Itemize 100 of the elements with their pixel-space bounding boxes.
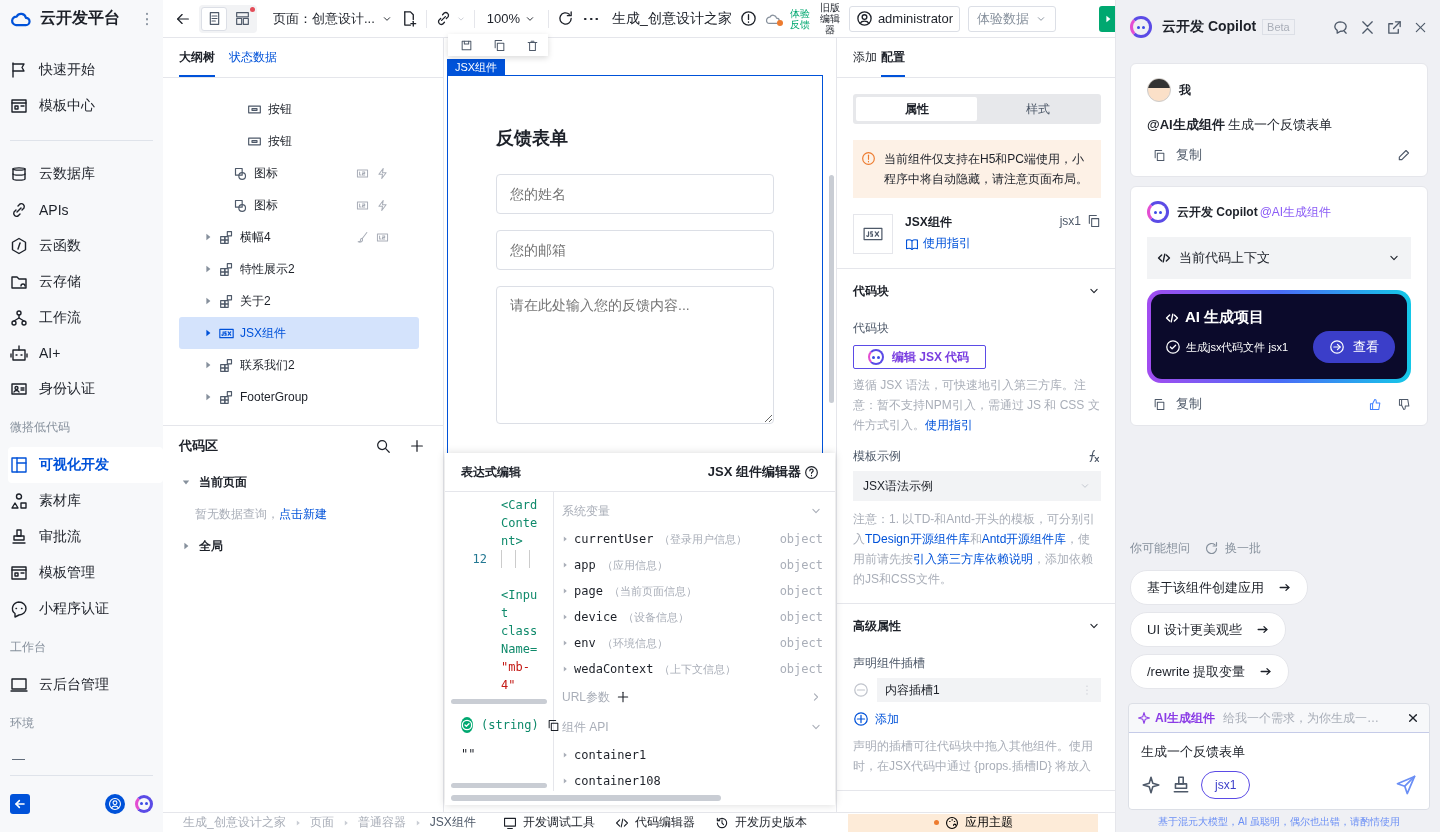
dev-tool-button[interactable]: 开发调试工具 (503, 814, 595, 831)
beta-badge: Beta (1262, 19, 1295, 35)
nav-section-title: 微搭低代码 (9, 419, 71, 437)
edit-code-button[interactable]: 编辑 JSX 代码 (853, 345, 987, 369)
code-tree-item[interactable]: 当前页面 (163, 466, 443, 498)
variable-item[interactable]: app （应用信息） object (562, 552, 823, 578)
code-line: <Input className= "mb-4" (501, 587, 539, 694)
panel-tab[interactable]: 配置 (881, 38, 905, 77)
warning-text: 当前组件仅支持在H5和PC端使用，小程序中将自动隐藏，请注意页面布局。 (884, 151, 1089, 188)
context-select[interactable]: 当前代码上下文 (1147, 237, 1411, 279)
doc-link[interactable]: Antd开源组件库 (981, 532, 1067, 546)
nav-item[interactable]: 工作流 (8, 299, 163, 336)
field-label: 声明组件插槽 (853, 655, 926, 672)
view-button[interactable]: 查看 (1313, 331, 1395, 363)
slot-field[interactable]: 内容插槽1 (877, 678, 1101, 702)
variable-item[interactable]: device （设备信息） object (562, 604, 823, 630)
copy-button[interactable]: 复制 (1153, 395, 1202, 413)
tree-item[interactable]: 关于2 (179, 285, 419, 317)
nav-item[interactable]: APIs (8, 191, 163, 228)
disclaimer: 基于混元大模型，AI 虽聪明，偶尔也出错，请酌情使用 (1156, 815, 1402, 829)
result-value: "" (461, 747, 477, 761)
variable-item[interactable]: currentUser （登录用户信息） object (562, 526, 823, 552)
input-field[interactable]: 您的邮箱 (496, 230, 774, 270)
tree-item[interactable]: 横幅4 (179, 221, 419, 253)
section-title: 高级属性 (853, 617, 901, 635)
group-title: URL参数 (562, 688, 610, 706)
template-note: 注意：1. 以TD-和Antd-开头的模板，可分别引入TDesign开源组件库和Antd开源组件库，使用前请先按引入第三方库依赖说明，添加依赖的JS和CSS文件。 (853, 511, 1096, 588)
project-status: 生成jsx代码文件 jsx1 (1165, 339, 1289, 355)
tree-item[interactable]: 特性展示2 (179, 253, 419, 285)
variable-item[interactable]: container1 (562, 742, 823, 768)
slot-description: 声明的插槽可往代码块中拖入其他组件。使用时，在JSX代码中通过 {props.插槽ID} 将放入 (853, 738, 1094, 775)
tree-item[interactable]: JSX组件 (179, 317, 419, 349)
panel-tab[interactable]: 添加 (853, 38, 877, 77)
nav-item[interactable]: 云后台管理 (8, 667, 163, 703)
panel-tab[interactable]: 大纲树 (179, 38, 215, 77)
brand-name: 云开发平台 (40, 8, 121, 29)
variable-item[interactable]: container108 (562, 768, 823, 791)
variable-item[interactable]: env （环境信息） object (562, 630, 823, 656)
nav-item[interactable]: 素材库 (8, 483, 163, 520)
input-field[interactable]: 您的姓名 (496, 174, 774, 214)
nav-item[interactable]: 模板管理 (8, 555, 163, 592)
form-title: 反馈表单 (496, 127, 569, 150)
user-button[interactable]: administrator (848, 5, 961, 32)
guide-link[interactable]: 使用指引 (925, 418, 973, 432)
section-title: 代码块 (853, 282, 889, 300)
tree-item[interactable]: 按钮 (179, 125, 419, 157)
dev-tool-button[interactable]: 开发历史版本 (715, 814, 807, 831)
nav-item[interactable]: 身份认证 (8, 371, 163, 408)
author-name: 云开发 Copilot (1177, 203, 1258, 221)
hint-text: 给我一个需求，为你生成一… (1223, 709, 1379, 727)
guide-link[interactable]: 使用指引 (905, 235, 971, 252)
add-slot-link[interactable]: 添加 (853, 702, 1101, 736)
environment-value[interactable]: — (8, 743, 155, 775)
field-label: 模板示例 (853, 448, 901, 465)
template-select[interactable]: JSX语法示例 (853, 471, 1101, 501)
theme-button[interactable]: 应用主题 (848, 813, 1098, 832)
doc-link[interactable]: TDesign开源组件库 (865, 532, 970, 546)
variable-item[interactable]: page （当前页面信息） object (562, 578, 823, 604)
app-title: 生成_创意设计之家 (612, 9, 732, 28)
tree-item[interactable]: FooterGroup (179, 381, 419, 413)
create-link[interactable]: 点击新建 (279, 505, 327, 523)
nav-section-title: 环境 (9, 715, 35, 732)
tree-item[interactable]: 图标 (179, 157, 419, 189)
suggestion-chip[interactable]: UI 设计更美观些 (1130, 612, 1286, 647)
textarea-field[interactable]: 请在此处输入您的反馈内容... (496, 286, 774, 424)
tree-item[interactable]: 图标 (179, 189, 419, 221)
code-tree-item[interactable]: 全局 (163, 530, 443, 562)
page-select[interactable]: 页面：创意设计... (273, 9, 393, 28)
segment-tab[interactable]: 样式 (977, 97, 1098, 121)
nav-item[interactable]: 可视化开发 (8, 447, 163, 484)
chat-input[interactable]: 生成一个反馈表单 jsx1 (1129, 732, 1429, 809)
suggestion-chip[interactable]: 基于该组件创建应用 (1130, 570, 1308, 605)
nav-item[interactable]: 云数据库 (8, 155, 163, 192)
panel-title: 表达式编辑 (461, 463, 521, 481)
dev-tool-button[interactable]: 代码编辑器 (615, 814, 695, 831)
nav-item[interactable]: AI+ (8, 335, 163, 372)
suggestion-chip[interactable]: /rewrite 提取变量 (1130, 654, 1290, 689)
nav-item[interactable]: 云函数 (8, 227, 163, 264)
group-title: 组件 API (562, 718, 609, 736)
tree-item[interactable]: 按钮 (179, 93, 419, 125)
tree-item[interactable]: 联系我们2 (179, 349, 419, 381)
zoom-select[interactable]: 100% (486, 11, 537, 26)
copy-button[interactable]: 复制 (1153, 146, 1202, 164)
panel-tab[interactable]: 状态数据 (229, 38, 277, 77)
variable-item[interactable]: wedaContext （上下文信息） object (562, 656, 823, 682)
nav-item[interactable]: 快速开始 (8, 51, 163, 88)
segment-tab[interactable]: 属性 (856, 97, 977, 121)
doc-link[interactable]: 引入第三方库依赖说明 (913, 552, 1033, 566)
component-name: JSX组件 (905, 214, 953, 231)
breadcrumb-item[interactable]: JSX组件 (429, 814, 476, 831)
result-type: (string) (481, 718, 539, 732)
nav-section-title: 工作台 (9, 639, 47, 657)
code-line: <CardContent> (501, 497, 539, 550)
nav-item[interactable]: 模板中心 (8, 87, 163, 124)
nav-item[interactable]: 云存储 (8, 263, 163, 300)
nav-item[interactable]: 审批流 (8, 519, 163, 556)
legacy-editor-link[interactable]: 旧版编辑器 (818, 2, 841, 35)
component-label: JSX组件 (447, 59, 506, 76)
nav-item[interactable]: 小程序认证 (8, 591, 163, 628)
line-number: 12 (472, 552, 487, 566)
